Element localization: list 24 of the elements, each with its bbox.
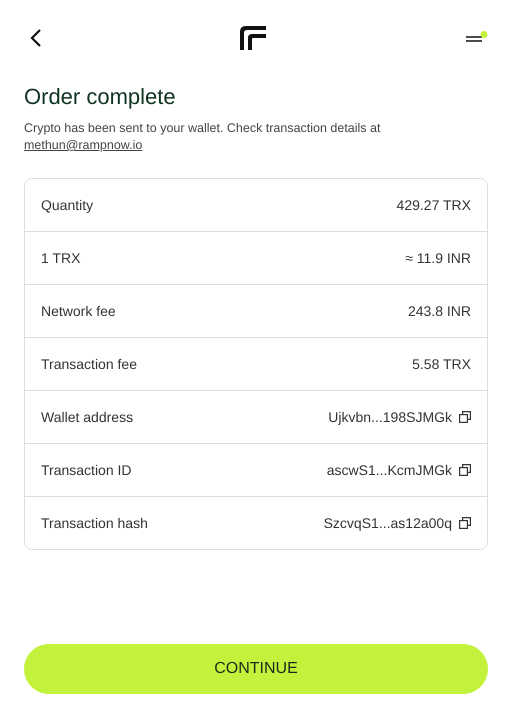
detail-label: Quantity [41, 197, 94, 213]
detail-value: ≈ 11.9 INR [405, 250, 471, 266]
detail-value: 429.27 TRX [396, 197, 471, 213]
detail-label: 1 TRX [41, 250, 80, 266]
page-title: Order complete [24, 84, 177, 110]
detail-value: Ujkvbn...198SJMGk [328, 409, 452, 425]
detail-label: Transaction fee [41, 356, 137, 372]
message-text: Crypto has been sent to your wallet. Check transaction details at [24, 121, 380, 135]
detail-label: Transaction ID [41, 462, 132, 478]
detail-value: 5.58 TRX [412, 356, 471, 372]
menu-icon[interactable] [464, 31, 488, 45]
detail-value: 243.8 INR [408, 303, 471, 319]
detail-label: Transaction hash [41, 515, 148, 531]
copy-icon[interactable] [459, 464, 471, 476]
logo-icon [240, 26, 266, 50]
detail-value: SzcvqS1...as12a00q [324, 515, 452, 531]
back-icon[interactable] [30, 29, 42, 47]
email-link[interactable]: methun@rampnow.io [24, 138, 142, 152]
detail-label: Wallet address [41, 409, 134, 425]
copy-icon[interactable] [459, 517, 471, 529]
copy-icon[interactable] [459, 411, 471, 423]
detail-label: Network fee [41, 303, 116, 319]
continue-button[interactable]: CONTINUE [24, 644, 488, 694]
detail-value: ascwS1...KcmJMGk [326, 462, 452, 478]
